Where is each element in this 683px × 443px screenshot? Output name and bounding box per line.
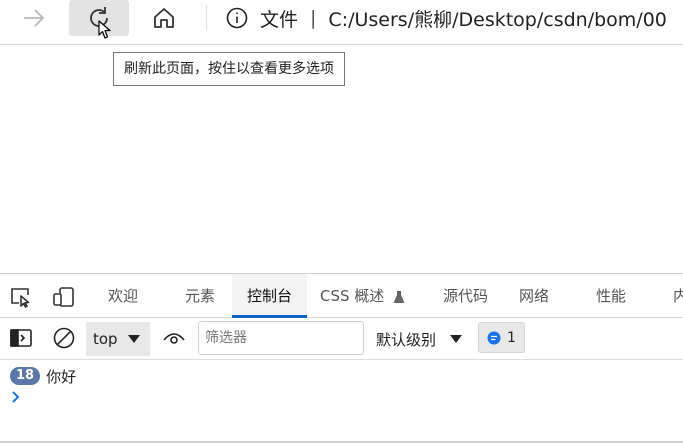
caret-down-icon xyxy=(450,335,463,343)
tab-network[interactable]: 网络 xyxy=(519,274,549,318)
message-bubble-icon xyxy=(487,331,501,344)
address-bar[interactable]: 文件 | C:/Users/熊柳/Desktop/csdn/bom/00 xyxy=(226,0,683,36)
log-level-select[interactable]: 默认级别 xyxy=(376,322,463,356)
sidebar-toggle-icon[interactable] xyxy=(10,329,32,347)
home-button[interactable] xyxy=(134,0,194,36)
caret-down-icon xyxy=(127,335,140,343)
tab-sources[interactable]: 源代码 xyxy=(443,274,488,318)
flask-icon xyxy=(393,290,405,303)
forward-button[interactable] xyxy=(4,0,64,36)
refresh-tooltip: 刷新此页面，按住以查看更多选项 xyxy=(113,52,345,86)
tab-performance[interactable]: 性能 xyxy=(596,274,626,318)
mouse-cursor-icon xyxy=(98,20,111,39)
context-select[interactable]: top xyxy=(86,322,150,356)
home-icon xyxy=(154,8,174,28)
console-prompt-icon[interactable] xyxy=(12,391,20,403)
context-select-value: top xyxy=(93,330,118,348)
inspect-element-icon[interactable] xyxy=(9,286,33,308)
tab-welcome[interactable]: 欢迎 xyxy=(108,274,138,318)
devtools-tabbar: 欢迎 元素 控制台 CSS 概述 源代码 网络 性能 内 xyxy=(0,274,683,318)
filter-input[interactable] xyxy=(198,321,364,355)
clear-console-icon[interactable] xyxy=(53,327,75,349)
toolbar-border xyxy=(0,44,683,45)
address-scheme-label: 文件 xyxy=(260,8,299,31)
tab-css-overview-label: CSS 概述 xyxy=(320,287,385,305)
console-output: 18 你好 xyxy=(0,361,683,443)
issues-count: 1 xyxy=(507,329,516,346)
tab-console[interactable]: 控制台 xyxy=(232,274,307,318)
tab-css-overview[interactable]: CSS 概述 xyxy=(320,274,405,318)
issues-button[interactable]: 1 xyxy=(478,322,525,353)
repeat-count-badge: 18 xyxy=(10,367,41,385)
info-icon[interactable] xyxy=(226,7,248,29)
tab-elements[interactable]: 元素 xyxy=(185,274,215,318)
address-separator: | xyxy=(310,7,317,29)
console-toolbar: top 默认级别 1 xyxy=(0,318,683,360)
log-message-text: 你好 xyxy=(46,367,77,386)
eye-icon[interactable] xyxy=(163,330,185,346)
tab-memory[interactable]: 内 xyxy=(673,274,683,318)
toolbar-divider xyxy=(206,5,207,31)
address-url[interactable]: C:/Users/熊柳/Desktop/csdn/bom/00 xyxy=(328,5,666,32)
log-message: 18 你好 xyxy=(0,365,76,387)
device-emulation-icon[interactable] xyxy=(52,286,76,308)
log-level-value: 默认级别 xyxy=(376,330,437,349)
arrow-right-icon xyxy=(24,9,45,27)
